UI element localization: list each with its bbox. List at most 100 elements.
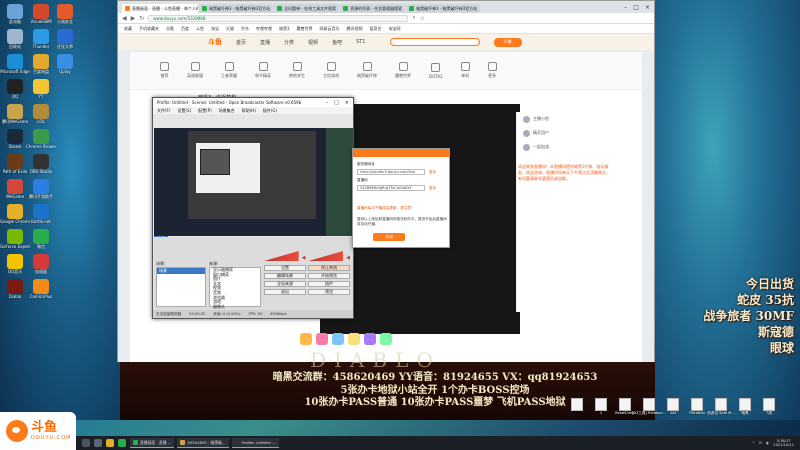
side-user-row[interactable]: 一起加油	[517, 140, 614, 154]
close-dialog-button[interactable]: 关闭	[373, 233, 405, 241]
desktop-icon[interactable]: Battle.net	[26, 204, 56, 229]
scene-item[interactable]: 场景	[157, 268, 205, 274]
bookmark-item[interactable]: 爱奇艺	[370, 26, 382, 32]
category-item[interactable]: 和平精英	[255, 62, 271, 79]
maximize-icon[interactable]: □	[334, 100, 339, 106]
star-icon[interactable]: ☆	[420, 15, 425, 22]
site-logo[interactable]: 斗鱼	[208, 37, 222, 47]
side-user-row[interactable]: 主播小鱼	[517, 112, 614, 126]
desktop-file-icon[interactable]: 飞机	[758, 398, 780, 416]
bookmark-item[interactable]: 网易云音乐	[320, 26, 340, 32]
desktop-icon[interactable]: 微信	[26, 229, 56, 254]
browser-tab[interactable]: 暗黑破坏神3 - 暗黑破坏神3官方站	[199, 4, 274, 13]
desktop-icon[interactable]: YY	[26, 79, 56, 104]
obs-control-button[interactable]: 全局来源	[264, 281, 306, 287]
desktop-icon[interactable]: 腾讯手游助手	[26, 179, 56, 204]
obs-menu-item[interactable]: 设置(S)	[177, 108, 191, 114]
bookmark-item[interactable]: 魔兽世界	[297, 26, 313, 32]
search-icon[interactable]: ⌕	[412, 14, 415, 22]
site-nav-item[interactable]: 分类	[284, 39, 294, 46]
bookmark-item[interactable]: 哔哩哔哩	[256, 26, 272, 32]
chrome-icon[interactable]	[106, 439, 114, 447]
category-item[interactable]: 主机游戏	[323, 62, 339, 79]
url-input[interactable]: www.douyu.com/5328968	[148, 14, 409, 22]
desktop-file-icon[interactable]	[566, 398, 588, 411]
desktop-file-icon[interactable]: 暗黑	[734, 398, 756, 416]
category-item[interactable]: 暗黑破坏神	[357, 62, 377, 79]
maximize-icon[interactable]: □	[633, 4, 639, 11]
category-item[interactable]: 更多	[487, 62, 497, 79]
volume-icon[interactable]: ◐	[766, 441, 769, 445]
site-nav-item[interactable]: 首页	[236, 39, 246, 46]
obs-menu-item[interactable]: 帮助(H)	[242, 108, 256, 114]
site-nav-item[interactable]: 直播	[260, 39, 270, 46]
bookmark-item[interactable]: 斗鱼	[196, 26, 204, 32]
stream-key-field[interactable]: 5328968r0gRrgTTuCoiGqEaY	[357, 185, 425, 191]
minimize-icon[interactable]: –	[326, 100, 329, 106]
network-icon[interactable]: ⊡	[759, 441, 762, 445]
search-icon[interactable]	[82, 439, 90, 447]
bookmark-item[interactable]: 腾讯视频	[347, 26, 363, 32]
obs-control-button[interactable]: 编辑场景	[264, 273, 306, 279]
obs-control-button[interactable]: 设置	[264, 265, 306, 271]
category-item[interactable]: 绝地求生	[289, 62, 305, 79]
bookmark-item[interactable]: 淘宝	[211, 26, 219, 32]
category-item[interactable]: 英雄联盟	[187, 62, 203, 79]
site-search-input[interactable]	[389, 38, 480, 46]
category-item[interactable]: 魔兽世界	[395, 62, 411, 79]
desktop-audio-meter[interactable]	[264, 251, 299, 261]
desktop-file-icon[interactable]: [D3工具] Ribbbon...	[632, 398, 666, 416]
browser-icon[interactable]	[118, 439, 126, 447]
browser-tab[interactable]: 暗黑破坏神3 - 暗黑破坏神3官方站	[406, 4, 481, 13]
site-nav-item[interactable]: 视频	[308, 39, 318, 46]
gift-icon[interactable]	[364, 333, 376, 345]
bookmark-item[interactable]: 淘宝网	[389, 26, 401, 32]
gift-icon[interactable]	[300, 333, 312, 345]
copy-server-button[interactable]: 复制	[429, 170, 436, 175]
obs-control-button[interactable]: 插件	[308, 281, 350, 287]
forward-icon[interactable]: ▶	[131, 15, 136, 22]
desktop-file-icon[interactable]: Filtration	[686, 398, 708, 415]
bookmark-item[interactable]: 暗黑3	[279, 26, 290, 32]
speaker-icon[interactable]: ◀	[302, 255, 306, 261]
obs-control-button[interactable]: 开始预览	[308, 273, 350, 279]
tray-up-icon[interactable]: ^	[752, 441, 755, 445]
gift-icon[interactable]	[332, 333, 344, 345]
browser-tab[interactable]: 资源的列表 - 任务管理器搜索	[340, 4, 406, 13]
bookmark-item[interactable]: 天猫	[226, 26, 234, 32]
minimize-icon[interactable]: –	[624, 4, 627, 11]
task-view-icon[interactable]	[94, 439, 102, 447]
desktop-icon[interactable]: LOL	[26, 104, 56, 129]
desktop-file-icon[interactable]: 西游记 Safe M...	[707, 398, 735, 416]
obs-menu-item[interactable]: 文件(F)	[157, 108, 170, 114]
desktop-icon[interactable]: ComicsPlus	[26, 279, 56, 304]
close-icon[interactable]: ×	[645, 4, 650, 11]
server-url-field[interactable]: rtmp://sendtc3.douyu.com/live	[357, 169, 425, 175]
site-nav-item[interactable]: 鱼吧	[332, 39, 342, 46]
gift-icon[interactable]	[348, 333, 360, 345]
taskbar-app-button[interactable]: 9050460S - 暗黑破...	[177, 438, 229, 448]
mic-audio-meter[interactable]	[308, 251, 344, 261]
refresh-icon[interactable]: ↻	[139, 15, 144, 22]
category-item[interactable]: 单机	[460, 62, 470, 79]
back-icon[interactable]: ◀	[122, 15, 127, 22]
obs-control-button[interactable]: 预览	[308, 289, 350, 295]
copy-key-button[interactable]: 复制	[429, 186, 436, 191]
source-item[interactable]: 摄像头	[210, 304, 260, 310]
desktop-icon[interactable]: OBS Studio	[26, 154, 56, 179]
bookmark-item[interactable]: 谷歌	[166, 26, 174, 32]
obs-menu-item[interactable]: 场景集合	[219, 108, 235, 114]
bookmark-item[interactable]: 百度	[181, 26, 189, 32]
clock[interactable]: 5:38:27 2021/10/11	[773, 439, 794, 447]
desktop-icon[interactable]: 加速器	[26, 254, 56, 279]
bookmark-item[interactable]: 手机收藏夹	[139, 26, 159, 32]
gift-icon[interactable]	[316, 333, 328, 345]
category-item[interactable]: 推荐	[160, 62, 169, 79]
start-stream-button[interactable]: 开播	[493, 37, 522, 47]
category-item[interactable]: DOTA2	[429, 62, 443, 79]
desktop-icon[interactable]: 优化大师	[50, 29, 80, 54]
desktop-icon[interactable]: Uplay	[50, 54, 80, 79]
category-item[interactable]: 王者荣耀	[221, 62, 237, 79]
obs-menu-item[interactable]: 配置(P)	[198, 108, 212, 114]
desktop-icon[interactable]: Chrome Browser	[26, 129, 56, 154]
